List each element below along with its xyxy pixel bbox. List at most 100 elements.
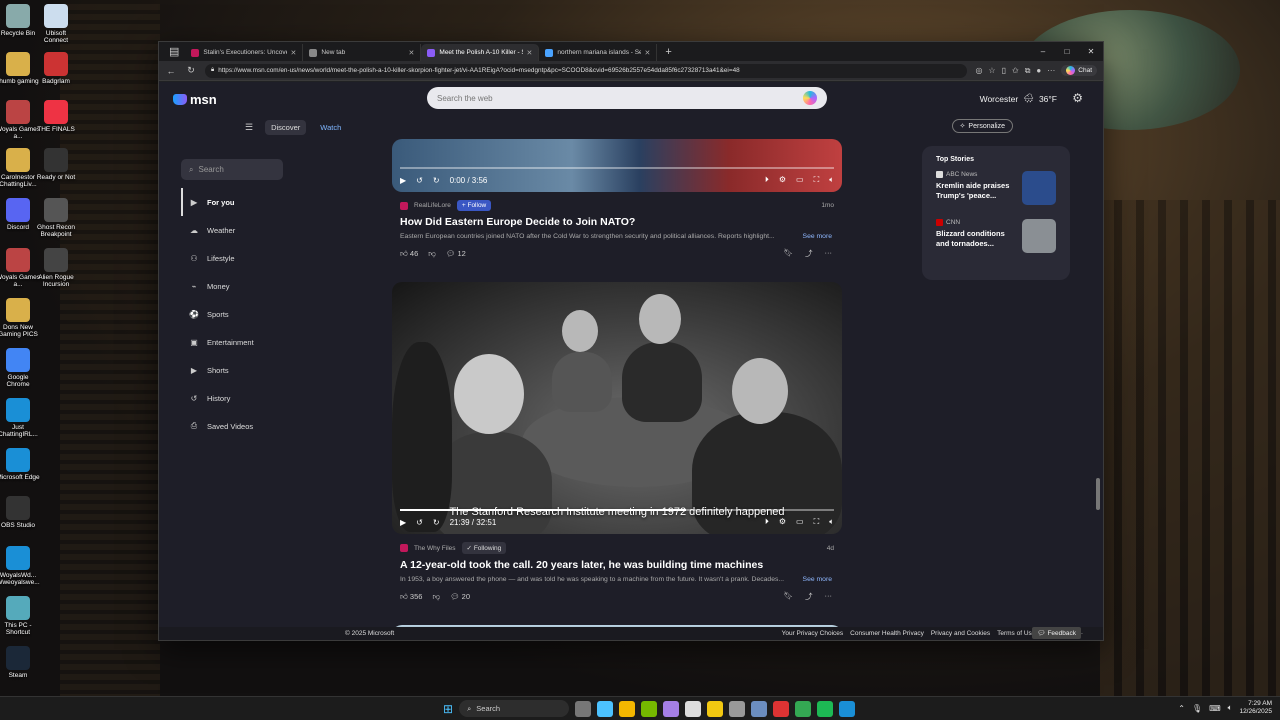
more-options-icon[interactable]: ··· [825, 591, 833, 602]
profile-icon[interactable]: ● [1036, 66, 1041, 75]
new-tab-button[interactable]: + [657, 44, 679, 61]
share-icon[interactable]: ⤴ [805, 591, 813, 602]
forward-icon[interactable]: ↻ [433, 518, 440, 527]
captions-icon[interactable]: ▭ [796, 517, 804, 527]
web-search-input[interactable] [437, 93, 795, 103]
desktop-icon[interactable]: Just ChattingIRL... [0, 398, 40, 439]
dislike-icon[interactable]: 👎︎ [432, 592, 440, 602]
extensions-icon[interactable]: ⧉ [1025, 66, 1031, 76]
desktop-icon[interactable]: WoyalsWd... Wweoyalswe... [0, 546, 40, 587]
desktop-icon[interactable]: This PC - Shortcut [0, 596, 40, 637]
taskbar-app-icon[interactable] [685, 700, 702, 717]
tab-close-icon[interactable]: ✕ [527, 49, 533, 57]
taskbar-app-icon[interactable] [707, 700, 724, 717]
tab-close-icon[interactable]: ✕ [291, 49, 297, 57]
browser-tab[interactable]: New tab ✕ [303, 44, 422, 61]
windows-start-icon[interactable]: ⊞ [443, 702, 453, 716]
tab-discover[interactable]: Discover [265, 119, 307, 135]
desktop-icon[interactable]: Microsoft Edge [0, 448, 40, 481]
play-icon[interactable]: ▶ [400, 176, 406, 185]
desktop-icon[interactable]: Steam [0, 646, 40, 679]
weather-widget[interactable]: Worcester 🌨︎ 36°F [980, 93, 1057, 104]
following-button[interactable]: ✓ Following [461, 542, 507, 554]
favorite-star-icon[interactable]: ☆ [988, 66, 995, 75]
video-player[interactable]: ▶ ↺ ↻ 0:00 / 3:56 ⏵ ⚙ ▭ ⛶ 🔈︎ [392, 139, 842, 192]
msn-logo[interactable]: msn [173, 92, 217, 107]
volume-icon[interactable]: 🔈︎ [829, 175, 834, 185]
more-options-icon[interactable]: ··· [825, 248, 833, 259]
sidebar-item-history[interactable]: ↺ History [181, 384, 283, 412]
fullscreen-icon[interactable]: ⛶ [814, 175, 820, 185]
taskbar-search[interactable]: ⌕ Search [459, 700, 570, 717]
autoplay-icon[interactable]: ⏵ [765, 517, 769, 527]
video-player[interactable]: The Stanford Research Institute meeting … [392, 282, 842, 534]
browser-tab[interactable]: Meet the Polish A-10 Killer - Skor ✕ [421, 44, 540, 61]
sidebar-item-money[interactable]: ⌁ Money [181, 272, 283, 300]
taskbar-app-icon[interactable] [751, 700, 768, 717]
url-field[interactable]: 🔒︎ https://www.msn.com/en-us/news/world/… [205, 63, 968, 78]
desktop-icon[interactable]: THE FINALS [34, 100, 78, 133]
browser-tab[interactable]: northern mariana islands - Search ✕ [539, 44, 658, 61]
video-settings-icon[interactable]: ⚙ [779, 175, 786, 185]
feedback-button[interactable]: 💬︎ Feedback [1032, 627, 1081, 639]
taskbar-app-icon[interactable] [795, 700, 812, 717]
tab-watch[interactable]: Watch [314, 120, 347, 135]
comments-button[interactable]: 💬︎ 12 [446, 249, 466, 258]
desktop-icon[interactable]: Ghost Recon Breakpoint [34, 198, 78, 239]
taskbar-app-icon[interactable] [641, 700, 658, 717]
footer-link[interactable]: Your Privacy Choices [782, 630, 844, 637]
like-button[interactable]: 👍︎ 356 [400, 592, 422, 602]
split-screen-icon[interactable]: ▯ [1002, 66, 1006, 75]
read-aloud-icon[interactable]: ◎ [975, 66, 982, 75]
bookmark-icon[interactable]: 🔖︎ [783, 591, 793, 602]
sidebar-search[interactable]: ⌕ Search [181, 159, 283, 180]
share-icon[interactable]: ⤴ [805, 248, 813, 259]
source-name[interactable]: RealLifeLore [414, 202, 451, 209]
play-icon[interactable]: ▶ [400, 518, 406, 527]
copilot-chat-button[interactable]: Chat [1061, 65, 1097, 76]
video-settings-icon[interactable]: ⚙ [779, 517, 786, 527]
fullscreen-icon[interactable]: ⛶ [814, 517, 820, 527]
taskbar-app-icon[interactable] [663, 700, 680, 717]
story-item[interactable]: ABC News Kremlin aide praises Trump's 'p… [936, 171, 1056, 219]
sidebar-item-lifestyle[interactable]: ⚇ Lifestyle [181, 244, 283, 272]
rewind-icon[interactable]: ↺ [416, 518, 423, 527]
menu-hamburger-icon[interactable]: ☰ [245, 122, 253, 133]
story-item[interactable]: CNN Blizzard conditions and tornadoes... [936, 219, 1056, 267]
tab-close-icon[interactable]: ✕ [409, 49, 415, 57]
favorites-icon[interactable]: ✩ [1012, 66, 1019, 75]
taskbar-app-icon[interactable] [729, 700, 746, 717]
scroll-thumb[interactable] [1096, 478, 1100, 510]
desktop-icon[interactable]: Alien Rogue Incursion [34, 248, 78, 289]
copilot-search-icon[interactable] [803, 91, 817, 105]
microphone-icon[interactable]: 🎙︎ [1192, 704, 1202, 713]
sidebar-item-for-you[interactable]: ▶ For you [181, 188, 283, 216]
see-more-link[interactable]: See more [803, 233, 832, 240]
desktop-icon[interactable]: OBS Studio [0, 496, 40, 529]
browser-tab[interactable]: Stalin's Executioners: Uncovering ✕ [185, 44, 304, 61]
autoplay-icon[interactable]: ⏵ [765, 175, 769, 185]
taskbar-app-icon[interactable] [619, 700, 636, 717]
bookmark-icon[interactable]: 🔖︎ [783, 248, 793, 259]
speaker-icon[interactable]: 🔈︎ [1228, 703, 1233, 713]
sidebar-item-entertainment[interactable]: ▣ Entertainment [181, 328, 283, 356]
sidebar-item-shorts[interactable]: ▶ Shorts [181, 356, 283, 384]
taskbar-app-icon[interactable] [773, 700, 790, 717]
forward-icon[interactable]: ↻ [433, 176, 440, 185]
desktop-icon[interactable]: Dons New Gaming PICS [0, 298, 40, 339]
desktop-icon[interactable]: Google Chrome [0, 348, 40, 389]
card-headline[interactable]: A 12-year-old took the call. 20 years la… [392, 559, 842, 571]
tab-actions-icon[interactable]: ▤ [167, 44, 185, 61]
follow-button[interactable]: + Follow [456, 200, 492, 211]
personalize-button[interactable]: ✧ Personalize [951, 119, 1013, 133]
tab-close-icon[interactable]: ✕ [645, 49, 651, 57]
minimize-button[interactable]: – [1031, 42, 1055, 61]
taskbar-app-icon[interactable] [575, 700, 592, 717]
footer-link[interactable]: Consumer Health Privacy [850, 630, 924, 637]
close-button[interactable]: ✕ [1079, 42, 1103, 61]
sidebar-item-weather[interactable]: ☁ Weather [181, 216, 283, 244]
captions-icon[interactable]: ▭ [796, 175, 804, 185]
source-name[interactable]: The Why Files [414, 545, 456, 552]
card-headline[interactable]: How Did Eastern Europe Decide to Join NA… [392, 216, 842, 228]
refresh-icon[interactable]: ↻ [185, 65, 197, 76]
